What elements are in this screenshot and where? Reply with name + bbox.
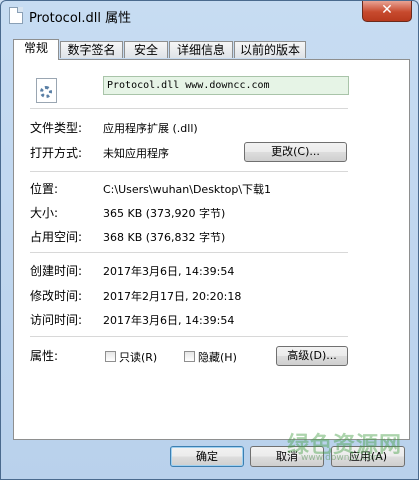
file-type-value: 应用程序扩展 (.dll) [103,122,198,135]
hidden-checkbox[interactable] [184,351,195,362]
location-value: C:\Users\wuhan\Desktop\下载1 [103,183,272,196]
change-button[interactable]: 更改(C)... [244,142,347,162]
divider [30,171,348,172]
location-label: 位置: [30,182,59,196]
size-value: 365 KB (373,920 字节) [103,207,226,220]
gear-icon [40,86,52,98]
open-with-label: 打开方式: [30,146,83,160]
size-on-disk-label: 占用空间: [30,230,83,244]
tab-general[interactable]: 常规 [13,39,59,60]
ok-button[interactable]: 确定 [170,446,244,467]
readonly-checkbox-label[interactable]: 只读(R) [119,349,157,365]
close-icon: ✕ [381,2,393,18]
file-type-label: 文件类型: [30,121,83,135]
modified-value: 2017年2月17日, 20:20:18 [103,290,242,303]
open-with-value: 未知应用程序 [103,147,169,160]
divider [30,108,348,109]
tab-details[interactable]: 详细信息 [169,41,233,58]
tab-previous-versions[interactable]: 以前的版本 [234,41,306,58]
size-label: 大小: [30,206,59,220]
watermark-url: www.downcc.com [301,453,382,463]
divider [30,252,348,253]
hidden-checkbox-label[interactable]: 隐藏(H) [198,349,237,365]
advanced-button[interactable]: 高级(D)... [276,346,348,366]
tab-security[interactable]: 安全 [124,41,168,58]
file-name-field[interactable]: Protocol.dll www.downcc.com [103,76,349,95]
accessed-label: 访问时间: [30,313,83,327]
dll-file-icon [36,78,57,103]
properties-dialog: Protocol.dll 属性 ✕ 常规 数字签名 安全 详细信息 以前的版本 … [0,0,419,480]
close-button[interactable]: ✕ [362,1,412,22]
created-label: 创建时间: [30,264,83,278]
created-value: 2017年3月6日, 14:39:54 [103,265,235,278]
window-title: Protocol.dll 属性 [29,11,132,26]
file-icon [9,7,23,24]
readonly-checkbox[interactable] [105,351,116,362]
tab-digital-signatures[interactable]: 数字签名 [60,41,123,58]
size-on-disk-value: 368 KB (376,832 字节) [103,231,226,244]
modified-label: 修改时间: [30,289,83,303]
general-tab-panel: Protocol.dll www.downcc.com 文件类型: 应用程序扩展… [13,59,410,440]
title-bar[interactable]: Protocol.dll 属性 ✕ [1,1,418,31]
accessed-value: 2017年3月6日, 14:39:54 [103,314,235,327]
attributes-label: 属性: [30,349,59,363]
divider [30,336,348,337]
